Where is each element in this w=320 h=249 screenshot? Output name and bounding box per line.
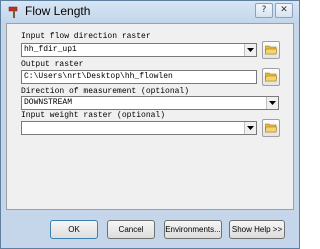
weight-raster-label: Input weight raster (optional) (21, 111, 166, 120)
flow-direction-browse-button[interactable] (262, 41, 280, 59)
chevron-down-icon[interactable] (266, 97, 278, 109)
weight-raster-combo[interactable] (21, 121, 257, 135)
hammer-icon (8, 6, 18, 18)
folder-open-icon (265, 72, 277, 82)
output-raster-input[interactable]: C:\Users\nrt\Desktop\hh_flowlen (21, 70, 257, 84)
close-icon[interactable]: ✕ (275, 3, 293, 18)
show-help-button[interactable]: Show Help >> (229, 220, 285, 239)
title-bar[interactable]: Flow Length ? ✕ (1, 1, 299, 23)
flow-length-dialog: Flow Length ? ✕ Input flow direction ras… (0, 0, 300, 249)
window-controls: ? ✕ (255, 3, 293, 18)
output-raster-label: Output raster (21, 60, 84, 69)
ok-button[interactable]: OK (50, 220, 98, 239)
window-title: Flow Length (25, 4, 91, 18)
output-raster-browse-button[interactable] (262, 68, 280, 86)
flow-direction-label: Input flow direction raster (21, 32, 151, 41)
chevron-down-icon[interactable] (244, 44, 256, 56)
environments-button[interactable]: Environments... (164, 220, 222, 239)
cancel-button[interactable]: Cancel (107, 220, 155, 239)
direction-combo[interactable]: DOWNSTREAM (21, 96, 279, 110)
folder-open-icon (265, 45, 277, 55)
folder-open-icon (265, 123, 277, 133)
direction-value: DOWNSTREAM (24, 98, 73, 107)
chevron-down-icon[interactable] (244, 122, 256, 134)
flow-direction-combo[interactable]: hh_fdir_up1 (21, 43, 257, 57)
flow-direction-value: hh_fdir_up1 (24, 45, 77, 54)
weight-raster-browse-button[interactable] (262, 119, 280, 137)
question-mark-icon[interactable]: ? (255, 3, 273, 18)
dialog-body: Input flow direction raster hh_fdir_up1 … (6, 23, 294, 210)
